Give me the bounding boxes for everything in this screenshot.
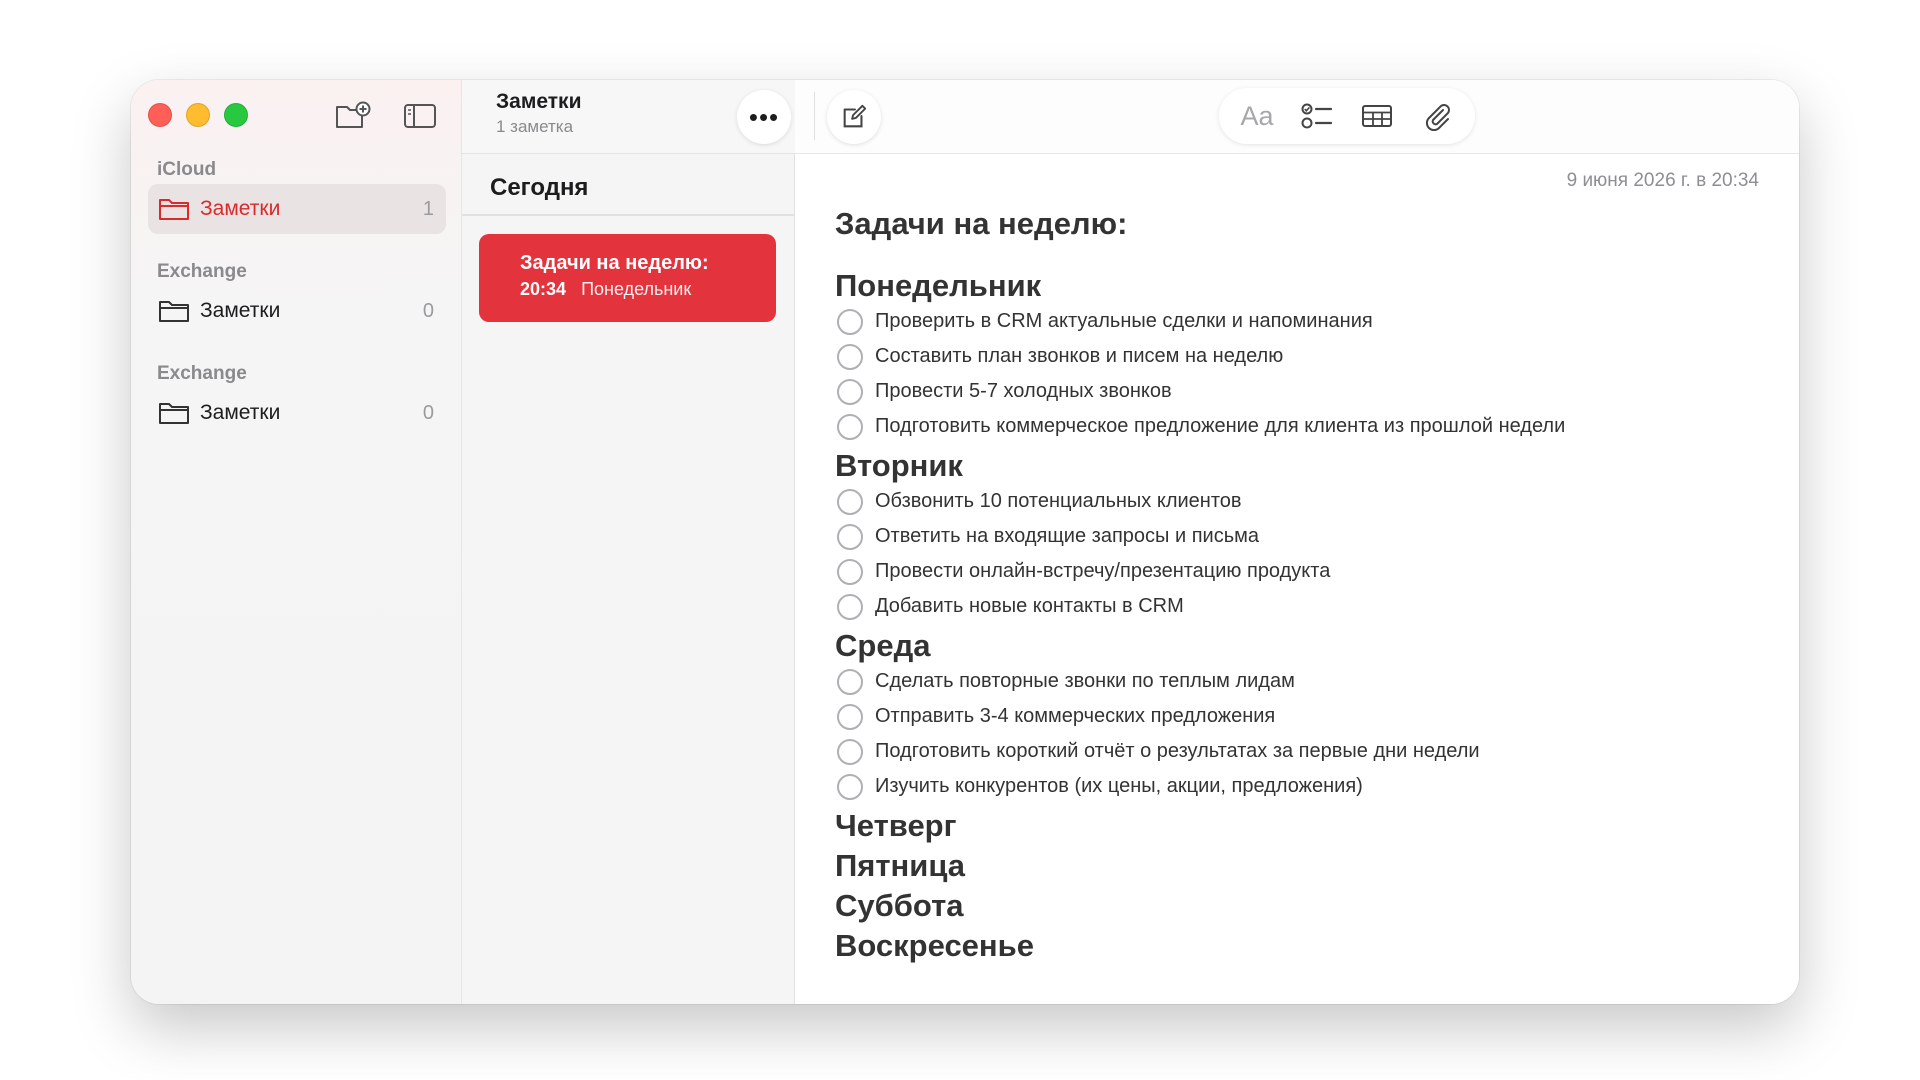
checklist-item: Добавить новые контакты в CRM — [835, 589, 1755, 624]
compose-icon — [843, 104, 867, 128]
sidebar-folder-exchange-2-notes[interactable]: Заметки 0 — [148, 388, 446, 438]
sidebar-folder-icloud-notes[interactable]: Заметки 1 — [148, 184, 446, 234]
checklist-item-text: Составить план звонков и писем на неделю — [875, 345, 1284, 367]
checkbox[interactable] — [837, 378, 863, 405]
date-group-label: Сегодня — [490, 174, 589, 201]
note-item-title: Задачи на неделю: — [520, 252, 709, 274]
format-tools: Aa — [1219, 88, 1475, 144]
notes-window: iCloud Заметки 1 Exchange Заметки 0 Exch… — [131, 80, 1799, 1004]
day-heading-wednesday: Среда — [835, 628, 931, 663]
checklist-item-text: Проверить в CRM актуальные сделки и напо… — [875, 310, 1373, 332]
checklist-item: Провести 5-7 холодных звонков — [835, 374, 1755, 409]
day-heading-tuesday: Вторник — [835, 448, 963, 483]
day-heading-saturday: Суббота — [835, 888, 964, 923]
attachment-button[interactable] — [1413, 96, 1461, 136]
folder-icon — [159, 403, 189, 424]
checklist-item-text: Ответить на входящие запросы и письма — [875, 525, 1259, 547]
window-controls — [148, 103, 248, 127]
checklist-item: Обзвонить 10 потенциальных клиентов — [835, 484, 1755, 519]
folder-icon — [159, 199, 189, 220]
checkbox[interactable] — [837, 308, 863, 335]
day-heading-sunday: Воскресенье — [835, 928, 1034, 963]
checklist-item: Проверить в CRM актуальные сделки и напо… — [835, 304, 1755, 339]
close-window-button[interactable] — [148, 103, 172, 127]
note-item-preview: Понедельник — [581, 279, 692, 299]
checklist-icon — [1301, 103, 1333, 129]
checkbox[interactable] — [837, 413, 863, 440]
checkbox[interactable] — [837, 343, 863, 370]
new-folder-button[interactable] — [333, 98, 373, 134]
checklist-item-text: Подготовить короткий отчёт о результатах… — [875, 740, 1480, 762]
sidebar-folder-label: Заметки — [200, 299, 281, 322]
note-list: Заметки 1 заметка ••• Сегодня Задачи на … — [462, 80, 795, 1004]
checklist-item-text: Провести онлайн-встречу/презентацию прод… — [875, 560, 1331, 582]
checklist-item-text: Сделать повторные звонки по теплым лидам — [875, 670, 1295, 692]
account-header-exchange: Exchange — [157, 261, 247, 282]
checklist-item-text: Изучить конкурентов (их цены, акции, пре… — [875, 775, 1363, 797]
day-heading-monday: Понедельник — [835, 268, 1042, 303]
day-heading-thursday: Четверг — [835, 808, 957, 843]
table-button[interactable] — [1353, 96, 1401, 136]
minimize-window-button[interactable] — [186, 103, 210, 127]
checklist-item: Ответить на входящие запросы и письма — [835, 519, 1755, 554]
table-icon — [1362, 105, 1392, 127]
checklist-item: Составить план звонков и писем на неделю — [835, 339, 1755, 374]
note-list-header: Заметки 1 заметка ••• — [462, 80, 795, 154]
note-title: Задачи на неделю: — [835, 206, 1128, 241]
checklist-item: Сделать повторные звонки по теплым лидам — [835, 664, 1755, 699]
sidebar-folder-count: 0 — [422, 299, 434, 322]
sidebar-folder-label: Заметки — [200, 401, 281, 424]
more-options-button[interactable]: ••• — [737, 90, 791, 144]
checkbox[interactable] — [837, 738, 863, 765]
sidebar-folder-count: 0 — [422, 401, 434, 424]
checkbox[interactable] — [837, 488, 863, 515]
checkbox[interactable] — [837, 773, 863, 800]
checklist-item-text: Обзвонить 10 потенциальных клиентов — [875, 490, 1242, 512]
sidebar-folder-count: 1 — [422, 197, 434, 220]
folder-title: Заметки — [496, 90, 582, 113]
sidebar-icon — [404, 104, 436, 128]
toolbar-divider — [814, 92, 815, 140]
checklist-item-text: Подготовить коммерческое предложение для… — [875, 415, 1566, 437]
checkbox[interactable] — [837, 703, 863, 730]
checklist-item: Подготовить коммерческое предложение для… — [835, 409, 1755, 444]
sidebar-folder-exchange-notes[interactable]: Заметки 0 — [148, 286, 446, 336]
account-header-exchange-2: Exchange — [157, 363, 247, 384]
zoom-window-button[interactable] — [224, 103, 248, 127]
text-format-icon: Aa — [1240, 100, 1274, 131]
checklist-item: Подготовить короткий отчёт о результатах… — [835, 734, 1755, 769]
toggle-sidebar-button[interactable] — [400, 98, 440, 134]
checkbox[interactable] — [837, 523, 863, 550]
checkbox[interactable] — [837, 593, 863, 620]
folder-icon — [159, 301, 189, 322]
checklist-button[interactable] — [1293, 96, 1341, 136]
paperclip-icon — [1425, 104, 1450, 131]
checklist-item: Отправить 3-4 коммерческих предложения — [835, 699, 1755, 734]
text-format-button[interactable]: Aa — [1233, 96, 1281, 136]
note-count: 1 заметка — [496, 117, 574, 136]
note-editor: Aa 9 июня 2026 г. в 20:34 Задачи на неде… — [795, 80, 1799, 1004]
new-note-button[interactable] — [827, 90, 881, 144]
checklist-item-text: Добавить новые контакты в CRM — [875, 595, 1184, 617]
note-list-item-selected[interactable]: Задачи на неделю: 20:34 Понедельник — [479, 234, 776, 322]
account-header-icloud: iCloud — [157, 159, 217, 180]
checklist-item-text: Отправить 3-4 коммерческих предложения — [875, 705, 1276, 727]
checklist-item-text: Провести 5-7 холодных звонков — [875, 380, 1172, 402]
note-item-time: 20:34 — [520, 279, 567, 299]
checkbox[interactable] — [837, 668, 863, 695]
note-timestamp: 9 июня 2026 г. в 20:34 — [1566, 170, 1759, 191]
note-content[interactable]: Задачи на неделю: Понедельник Проверить … — [835, 206, 1755, 964]
note-item-meta: 20:34 Понедельник — [520, 279, 776, 300]
ellipsis-icon: ••• — [748, 101, 780, 132]
new-folder-icon — [336, 101, 371, 128]
sidebar-folder-label: Заметки — [200, 197, 281, 220]
sidebar: iCloud Заметки 1 Exchange Заметки 0 Exch… — [131, 80, 462, 1004]
checkbox[interactable] — [837, 558, 863, 585]
editor-toolbar: Aa — [795, 80, 1799, 154]
date-group-header: Сегодня — [462, 158, 795, 216]
checklist-item: Изучить конкурентов (их цены, акции, пре… — [835, 769, 1755, 804]
checklist-item: Провести онлайн-встречу/презентацию прод… — [835, 554, 1755, 589]
day-heading-friday: Пятница — [835, 848, 966, 883]
